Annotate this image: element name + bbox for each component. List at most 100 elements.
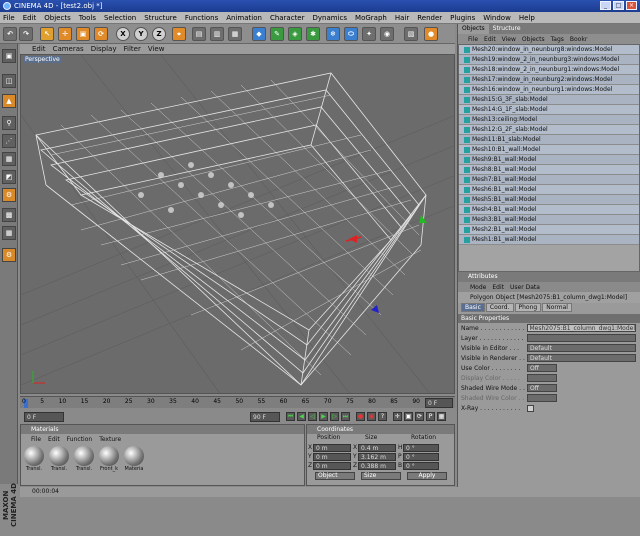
undo-icon[interactable]: ↶ [3,27,17,41]
z-axis-button[interactable]: Z [152,27,166,41]
polygon-mode-icon[interactable]: ◩ [2,170,16,184]
prev-key-icon[interactable]: ◀ [297,412,306,421]
attr-menu-mode[interactable]: Mode [470,284,486,291]
make-editable-icon[interactable]: ▣ [2,49,16,63]
menu-selection[interactable]: Selection [104,14,136,22]
menu-tools[interactable]: Tools [79,14,96,22]
snap-icon[interactable]: ▦ [2,226,16,240]
tab-structure[interactable]: Structure [489,24,525,34]
menu-help[interactable]: Help [519,14,535,22]
shaded-wire-mode-select[interactable]: Off [527,384,557,392]
attr-menu-edit[interactable]: Edit [492,284,504,291]
tab-coord[interactable]: Coord. [485,303,514,312]
workplane-icon[interactable]: ⚙ [2,248,16,262]
cube-icon[interactable]: ◆ [252,27,266,41]
tab-normal[interactable]: Normal [542,303,572,312]
start-frame-field[interactable]: 0 F [24,412,64,422]
attr-menu-user-data[interactable]: User Data [510,284,540,291]
rotation-b-field[interactable]: 0 ° [403,461,439,470]
obj-menu-tags[interactable]: Tags [551,36,564,43]
menu-mograph[interactable]: MoGraph [355,14,387,22]
obj-menu-edit[interactable]: Edit [484,36,496,43]
record-key-icon[interactable]: ● [356,412,365,421]
rotate-tool-icon[interactable]: ⟳ [94,27,108,41]
size-dropdown[interactable]: Size [361,472,401,480]
key-scale-icon[interactable]: ▣ [404,412,413,421]
menu-hair[interactable]: Hair [395,14,409,22]
display-color-swatch[interactable] [527,374,557,382]
live-selection-icon[interactable]: ↖ [40,27,54,41]
spline-pen-icon[interactable]: ✎ [270,27,284,41]
shaded-wire-color-swatch[interactable] [527,394,557,402]
scale-tool-icon[interactable]: ▣ [76,27,90,41]
key-rotation-icon[interactable]: ⟳ [415,412,424,421]
deformer-icon[interactable]: ❄ [326,27,340,41]
object-row[interactable]: Mesh10:B1_wall:Model [459,145,639,155]
position-z-field[interactable]: 0 m [313,461,351,470]
keyframe-selection-icon[interactable]: ? [378,412,387,421]
menu-character[interactable]: Character [270,14,305,22]
tweak-mode-icon[interactable]: ▩ [2,208,16,222]
menu-animation[interactable]: Animation [226,14,262,22]
vp-menu-cameras[interactable]: Cameras [53,45,84,53]
axis-mode-icon[interactable]: ⚙ [2,188,16,202]
position-x-field[interactable]: 0 m [313,443,351,452]
object-row[interactable]: Mesh19:window_2_in_neunburg3:windows:Mod… [459,55,639,65]
menu-objects[interactable]: Objects [44,14,70,22]
menu-plugins[interactable]: Plugins [450,14,475,22]
y-axis-button[interactable]: Y [134,27,148,41]
object-dropdown[interactable]: Object [315,472,355,480]
rotation-h-field[interactable]: 0 ° [403,443,439,452]
visible-editor-select[interactable]: Default [527,344,636,352]
tab-basic[interactable]: Basic [461,303,485,312]
menu-window[interactable]: Window [483,14,511,22]
key-param-icon[interactable]: P [426,412,435,421]
object-list[interactable]: Mesh20:window_in_neunburg8:windows:Model… [458,44,640,272]
menu-structure[interactable]: Structure [144,14,177,22]
menu-file[interactable]: File [3,14,15,22]
object-mode-icon[interactable]: ▲ [2,94,16,108]
model-mode-icon[interactable]: ◫ [2,74,16,88]
play-icon[interactable]: ▶ [319,412,328,421]
obj-menu-bookmarks[interactable]: Bookr [570,36,587,43]
record-icon[interactable]: ● [424,27,438,41]
camera-icon[interactable]: ◉ [380,27,394,41]
object-row[interactable]: Mesh4:B1_wall:Model [459,205,639,215]
position-y-field[interactable]: 0 m [313,452,351,461]
size-y-field[interactable]: 3.162 m [358,452,396,461]
material-item[interactable]: Front_k [98,446,120,472]
max-frame-field[interactable]: 90 F [250,412,280,422]
xray-checkbox[interactable] [527,404,534,412]
object-row[interactable]: Mesh17:window_in_neunburg2:windows:Model [459,75,639,85]
size-x-field[interactable]: 0.4 m [358,443,396,452]
vp-menu-filter[interactable]: Filter [124,45,141,53]
object-row[interactable]: Mesh6:B1_wall:Model [459,185,639,195]
material-item[interactable]: Transl. [48,446,70,472]
object-row[interactable]: Mesh5:B1_wall:Model [459,195,639,205]
material-item[interactable]: Materia [123,446,145,472]
object-row[interactable]: Mesh8:B1_wall:Model [459,165,639,175]
vp-menu-edit[interactable]: Edit [32,45,46,53]
menu-render[interactable]: Render [417,14,442,22]
mat-menu-file[interactable]: File [31,436,41,443]
menu-functions[interactable]: Functions [185,14,218,22]
material-item[interactable]: Transl. [73,446,95,472]
render-view-icon[interactable]: ▤ [192,27,206,41]
object-row[interactable]: Mesh2:B1_wall:Model [459,225,639,235]
name-field[interactable]: Mesh2075:B1_column_dwg1:Model [526,324,636,332]
vp-menu-view[interactable]: View [148,45,165,53]
mat-menu-texture[interactable]: Texture [99,436,121,443]
key-pla-icon[interactable]: ▦ [437,412,446,421]
mat-menu-function[interactable]: Function [67,436,93,443]
object-row[interactable]: Mesh11:B1_slab:Model [459,135,639,145]
world-coord-icon[interactable]: ⌖ [172,27,186,41]
object-row[interactable]: Mesh14:G_1F_slab:Model [459,105,639,115]
array-icon[interactable]: ✱ [306,27,320,41]
object-row[interactable]: Mesh16:window_in_neunburg1:windows:Model [459,85,639,95]
object-row[interactable]: Mesh12:G_2F_slab:Model [459,125,639,135]
light-icon[interactable]: ✦ [362,27,376,41]
key-position-icon[interactable]: ✛ [393,412,402,421]
go-end-icon[interactable]: ⏭ [341,412,350,421]
rotation-p-field[interactable]: 0 ° [403,452,439,461]
object-row[interactable]: Mesh3:B1_wall:Model [459,215,639,225]
